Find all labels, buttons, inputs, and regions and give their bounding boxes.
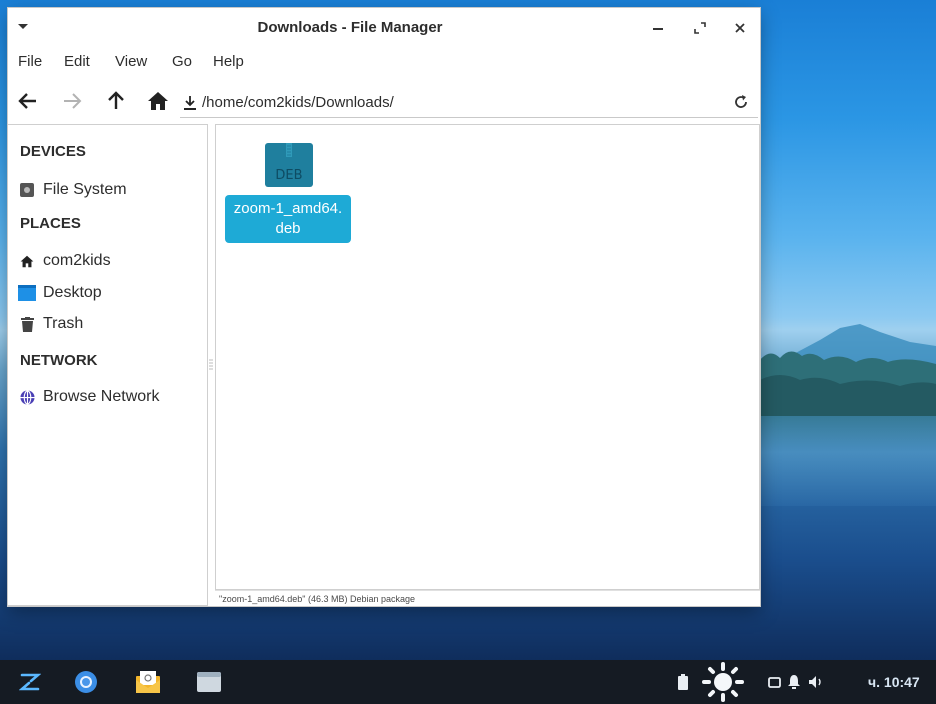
reload-button[interactable] xyxy=(730,91,752,113)
status-text: "zoom-1_amd64.deb" (46.3 MB) Debian pack… xyxy=(219,594,416,604)
volume-icon[interactable] xyxy=(808,672,826,692)
menu-help[interactable]: Help xyxy=(213,53,244,70)
taskbar-clock[interactable]: ч. 10:47 xyxy=(868,674,920,690)
notification-bell-icon[interactable] xyxy=(786,672,802,692)
home-icon xyxy=(148,92,168,110)
sidebar-item-home[interactable]: com2kids xyxy=(18,248,204,274)
menu-bar: File Edit View Go Help xyxy=(8,50,760,76)
menu-edit[interactable]: Edit xyxy=(64,53,90,70)
downloads-icon xyxy=(180,93,200,113)
title-bar[interactable]: Downloads - File Manager xyxy=(8,8,760,46)
arrow-up-icon xyxy=(108,91,124,109)
network-icon xyxy=(18,388,36,406)
sidebar-section-places: PLACES xyxy=(20,215,81,232)
zorin-menu-icon[interactable] xyxy=(16,668,44,696)
pane-resize-handle[interactable] xyxy=(208,358,214,372)
menu-view[interactable]: View xyxy=(115,53,147,70)
taskbar: ч. 10:47 xyxy=(0,660,936,704)
mail-icon[interactable] xyxy=(134,668,162,696)
forward-button[interactable] xyxy=(58,88,86,114)
file-name-label: zoom-1_amd64. deb xyxy=(225,195,351,243)
screen-icon[interactable] xyxy=(766,672,782,692)
trash-icon xyxy=(18,315,36,333)
battery-icon[interactable] xyxy=(676,672,690,692)
sidebar-item-trash[interactable]: Trash xyxy=(18,311,204,337)
file-name-line-2: deb xyxy=(275,220,301,237)
close-button[interactable] xyxy=(730,18,750,38)
treeline xyxy=(760,351,936,416)
home-button[interactable] xyxy=(144,88,172,114)
minimize-button[interactable] xyxy=(648,18,668,38)
drive-icon xyxy=(18,181,36,199)
path-input[interactable] xyxy=(202,89,722,115)
sidebar-item-label: File System xyxy=(43,181,127,198)
file-icon-view[interactable]: DEB zoom-1_amd64. deb xyxy=(215,124,760,590)
sidebar-item-desktop[interactable]: Desktop xyxy=(18,280,204,306)
reload-icon xyxy=(735,95,747,108)
lake-reflection xyxy=(760,416,936,506)
brightness-icon[interactable] xyxy=(700,662,746,702)
sidebar-item-browse-network[interactable]: Browse Network xyxy=(18,384,204,410)
desktop-folder-icon xyxy=(18,284,36,302)
back-button[interactable] xyxy=(14,88,42,114)
sidebar-item-label: com2kids xyxy=(43,252,111,269)
sidebar-item-label: Browse Network xyxy=(43,388,160,405)
deb-icon-text: DEB xyxy=(275,168,302,183)
maximize-icon xyxy=(694,22,706,34)
location-bar[interactable] xyxy=(180,86,758,118)
chromium-icon[interactable] xyxy=(72,668,100,696)
files-icon[interactable] xyxy=(195,668,223,696)
up-button[interactable] xyxy=(102,88,130,114)
file-item[interactable]: DEB zoom-1_amd64. deb xyxy=(225,141,351,245)
toolbar xyxy=(8,84,760,120)
deb-package-icon: DEB xyxy=(265,143,313,187)
maximize-button[interactable] xyxy=(690,18,710,38)
file-name-line-1: zoom-1_amd64. xyxy=(233,200,343,217)
window-title: Downloads - File Manager xyxy=(257,19,443,36)
sidebar-item-file-system[interactable]: File System xyxy=(18,177,204,203)
status-bar: "zoom-1_amd64.deb" (46.3 MB) Debian pack… xyxy=(215,590,760,606)
menu-file[interactable]: File xyxy=(18,53,42,70)
arrow-left-icon xyxy=(18,93,36,109)
arrow-right-icon xyxy=(64,93,82,109)
close-icon xyxy=(735,23,745,33)
sidebar-section-network: NETWORK xyxy=(20,352,98,369)
sidebar-section-devices: DEVICES xyxy=(20,143,86,160)
home-icon xyxy=(18,252,36,270)
sidebar: DEVICES File System PLACES com2kids Desk… xyxy=(8,124,208,606)
sidebar-item-label: Trash xyxy=(43,315,84,332)
sidebar-item-label: Desktop xyxy=(43,284,102,301)
menu-go[interactable]: Go xyxy=(172,53,192,70)
file-manager-window: Downloads - File Manager File Edit View … xyxy=(8,8,760,606)
